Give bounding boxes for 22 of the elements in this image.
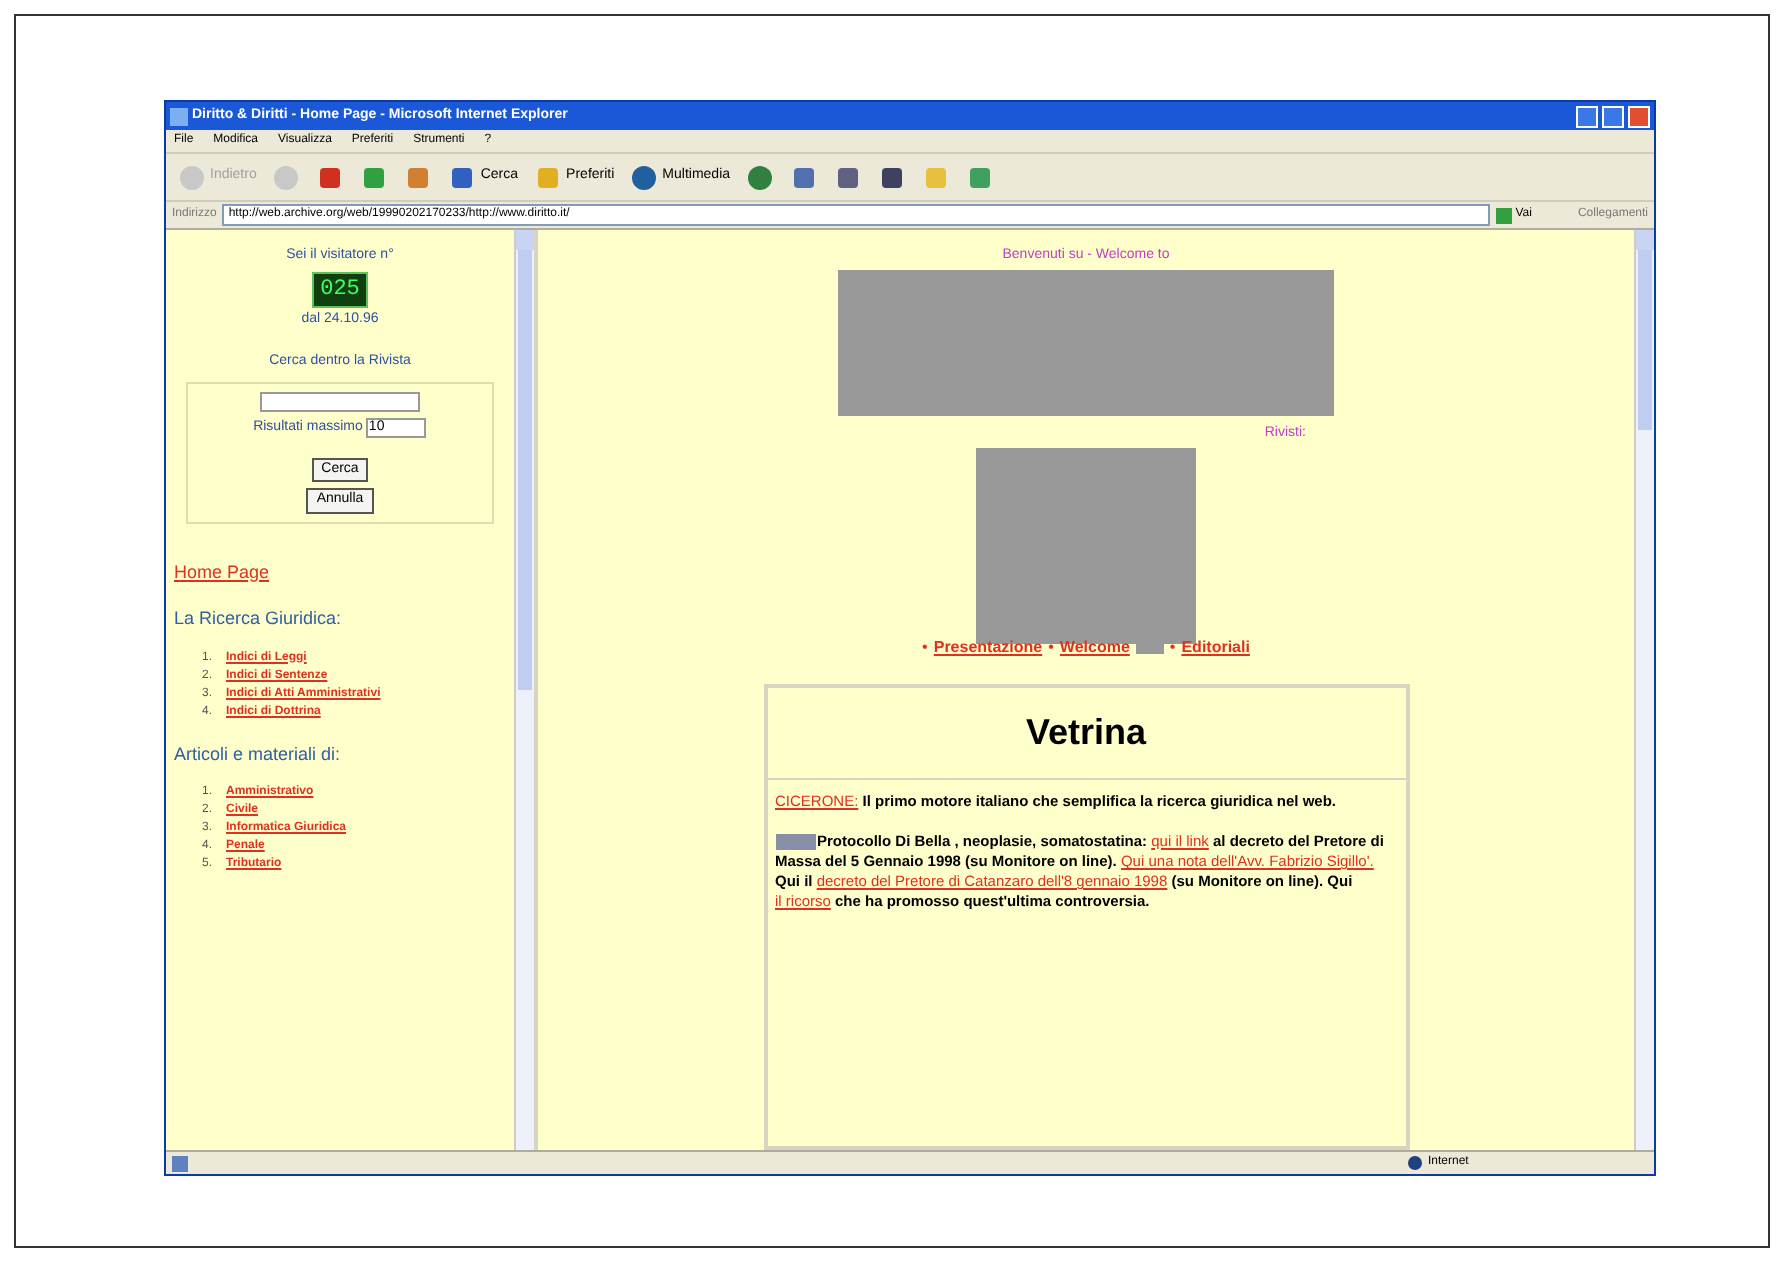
scrollbar[interactable] [514, 230, 534, 1150]
search-input[interactable] [260, 392, 420, 412]
nav-link[interactable]: Welcome [1059, 636, 1130, 660]
maximize-button[interactable] [1602, 105, 1624, 127]
minimize-button[interactable] [1576, 105, 1598, 127]
app-icon [170, 107, 188, 125]
home-link[interactable]: Home Page [174, 559, 506, 586]
scrollbar[interactable] [1634, 230, 1654, 1150]
bullet: • [922, 636, 928, 660]
section-title: Articoli e materiali di: [174, 741, 343, 767]
nav-link[interactable]: Presentazione [933, 636, 1043, 660]
zone-icon [1408, 1156, 1422, 1170]
small-image [775, 834, 815, 851]
showcase-title: Vetrina [1025, 710, 1147, 756]
section-title: La Ricerca Giuridica: [174, 606, 344, 632]
bullet: • [1169, 636, 1176, 660]
close-button[interactable] [1628, 105, 1650, 127]
bullet: • [1048, 636, 1054, 660]
visitor-counter: 025 [312, 271, 368, 308]
page-icon [172, 1155, 188, 1171]
small-image [1135, 642, 1164, 654]
nav-link[interactable]: Editoriali [1181, 636, 1250, 660]
